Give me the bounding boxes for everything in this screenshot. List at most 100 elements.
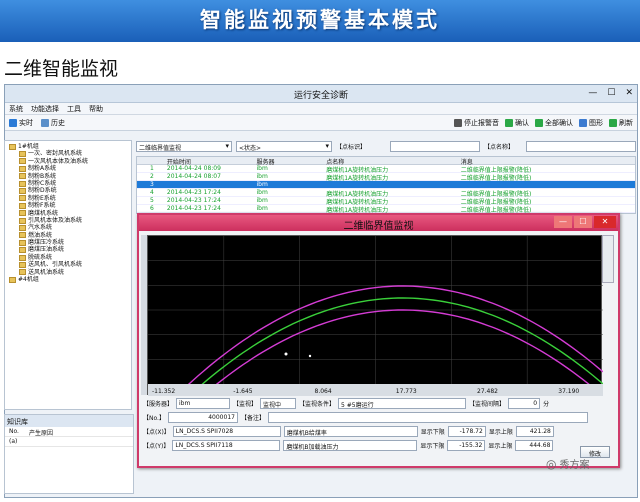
table-row[interactable]: 5 2014-04-23 17:24 ibm 磨煤机1A旋转机油压力 二维临界值上限报警… — [137, 197, 635, 206]
realtime-button[interactable]: 实时 — [9, 118, 33, 128]
menu-system[interactable]: 系统 — [9, 104, 23, 113]
tree-node[interactable]: 燃油系统 — [7, 232, 129, 239]
plot-side-toolbar[interactable] — [602, 235, 614, 283]
x-lower-label: 显示下限 — [420, 428, 445, 436]
status-select[interactable]: <状态> — [236, 140, 332, 152]
check-all-icon — [535, 119, 543, 127]
stop-alarm-button[interactable]: 停止报警音 — [454, 118, 499, 128]
dialog-maximize-button[interactable]: ☐ — [574, 216, 592, 228]
folder-icon — [19, 210, 26, 217]
dialog-close-button[interactable]: ✕ — [594, 216, 616, 228]
tree-node[interactable]: 一次风机本体及油系统 — [7, 158, 129, 165]
page-title: 二维智能监视 — [4, 58, 119, 80]
table-row[interactable]: 3 ibm — [137, 181, 635, 189]
folder-icon — [19, 151, 26, 158]
server-label: 【服务器】 — [143, 400, 174, 408]
server-value: ibm — [176, 397, 231, 409]
tree-node[interactable]: 汽水系统 — [7, 224, 129, 231]
menu-help[interactable]: 帮助 — [89, 104, 103, 113]
tree-node[interactable]: 引风机本体及油系统 — [7, 217, 129, 224]
folder-icon — [19, 261, 26, 268]
x-lower-value: -178.72 — [447, 425, 486, 437]
envelope-plot: -11.352 -1.645 8.064 17.773 27.482 37.190 — [147, 235, 604, 450]
folder-icon — [19, 173, 26, 180]
knowledge-row[interactable]: (a) — [9, 438, 17, 445]
tree-node[interactable]: 制粉A系统 — [7, 165, 129, 172]
note-value — [267, 411, 588, 423]
tree-node[interactable]: 制粉F系统 — [7, 202, 129, 209]
no-value: 4000017 — [167, 411, 238, 423]
refresh-button[interactable]: 刷新 — [609, 118, 633, 128]
point-name-input[interactable] — [526, 140, 636, 152]
dialog-minimize-button[interactable]: — — [554, 216, 572, 228]
x-tick-label: 8.064 — [315, 388, 332, 395]
folder-icon — [19, 239, 26, 246]
table-row[interactable]: 2 2014-04-24 08:07 ibm 磨煤机1A旋转机油压力 二维临界值上限报警… — [137, 173, 635, 182]
condition-label: 【监视条件】 — [299, 400, 336, 408]
system-tree: 1#机组 一次、密封风机系统 一次风机本体及油系统 制粉A系统 制粉B系统 制粉C系统 制粉… — [4, 140, 132, 410]
graph-button[interactable]: 图形 — [579, 118, 603, 128]
interval-value: 0 — [508, 397, 541, 409]
knowledge-col-no: No. — [9, 428, 19, 435]
folder-icon — [9, 143, 16, 150]
x-point-label: 【点(X)】 — [143, 428, 170, 436]
y-point-name: 磨煤机B加载油压力 — [283, 439, 418, 451]
tree-node[interactable]: 制粉C系统 — [7, 180, 129, 187]
close-button[interactable]: ✕ — [625, 88, 633, 98]
menu-tools[interactable]: 工具 — [67, 104, 81, 113]
monitor-value: 监视中 — [260, 397, 297, 409]
table-row[interactable]: 4 2014-04-23 17:24 ibm 磨煤机1A旋转机油压力 二维临界值上限报警… — [137, 189, 635, 198]
header-point-name[interactable]: 点名称 — [326, 157, 460, 166]
header-start-time[interactable]: 开始时间 — [167, 157, 257, 166]
point-id-input[interactable] — [390, 140, 480, 152]
folder-icon — [19, 202, 26, 209]
refresh-icon — [609, 119, 617, 127]
realtime-icon — [9, 118, 17, 127]
critical-value-dialog: 二维临界值监视 — ☐ ✕ -11.352 -1.645 8.064 17.773 27… — [137, 213, 620, 468]
tree-node[interactable]: 制粉B系统 — [7, 173, 129, 180]
tree-node[interactable]: 磨煤机系统 — [7, 210, 129, 217]
history-button[interactable]: 历史 — [41, 118, 65, 128]
knowledge-panel: 知识库 No. 产生原因 (a) — [4, 414, 134, 494]
y-lower-value: -155.32 — [447, 439, 486, 451]
folder-icon — [19, 217, 26, 224]
banner-title: 智能监视预警基本模式 — [200, 8, 440, 32]
monitor-label: 【监视】 — [233, 400, 258, 408]
note-label: 【备注】 — [240, 414, 265, 422]
tree-node[interactable]: 送风机油系统 — [7, 269, 129, 276]
minimize-button[interactable]: — — [588, 88, 597, 98]
header-server[interactable]: 服务器 — [257, 157, 327, 166]
x-tick-label: 17.773 — [396, 388, 417, 395]
y-point-code: LN_DCS.S SPII7118 — [172, 439, 281, 451]
header-message[interactable]: 消息 — [461, 157, 635, 166]
table-row[interactable]: 1 2014-04-24 08:09 ibm 磨煤机1A旋转机油压力 二维临界值上限报警… — [137, 165, 635, 174]
plot-canvas: -11.352 -1.645 8.064 17.773 27.482 37.190 — [147, 236, 604, 450]
tree-node[interactable]: 一次、密封风机系统 — [7, 150, 129, 157]
folder-icon — [19, 247, 26, 254]
tree-node[interactable]: 送风机、引风机系统 — [7, 261, 129, 268]
tree-node[interactable]: 制粉E系统 — [7, 195, 129, 202]
folder-icon — [19, 269, 26, 276]
dialog-info: 【服务器】 ibm 【监视】 监视中 【监视条件】 5 #5磨运行 【监视间隔】… — [143, 397, 618, 453]
watermark: ◎ 秀方案 — [546, 456, 590, 472]
interval-label: 【监视间隔】 — [469, 400, 506, 408]
confirm-all-button[interactable]: 全部确认 — [535, 118, 573, 128]
tree-node[interactable]: #4机组 — [7, 276, 129, 283]
dialog-titlebar: 二维临界值监视 — ☐ ✕ — [139, 215, 618, 232]
menu-functions[interactable]: 功能选择 — [31, 104, 59, 113]
table-header: 开始时间 服务器 点名称 消息 — [137, 157, 635, 166]
data-point — [284, 352, 288, 356]
table-row[interactable]: 6 2014-04-23 17:24 ibm 磨煤机1A旋转机油压力 二维临界值上限报警… — [137, 205, 635, 213]
tree-node[interactable]: 磨煤压油系统 — [7, 246, 129, 253]
slide-banner: 智能监视预警基本模式 — [0, 0, 640, 42]
maximize-button[interactable]: ☐ — [607, 88, 615, 98]
knowledge-tab[interactable]: 知识库 — [5, 415, 133, 427]
monitor-type-select[interactable]: 二维临界值监视 — [136, 140, 232, 152]
tree-node[interactable]: 制粉D系统 — [7, 187, 129, 194]
tree-node[interactable]: 磨煤压冷系统 — [7, 239, 129, 246]
x-tick-label: 27.482 — [477, 388, 498, 395]
folder-icon — [19, 180, 26, 187]
confirm-button[interactable]: 确认 — [505, 118, 529, 128]
check-icon — [505, 119, 513, 127]
y-point-label: 【点(Y)】 — [143, 442, 170, 450]
